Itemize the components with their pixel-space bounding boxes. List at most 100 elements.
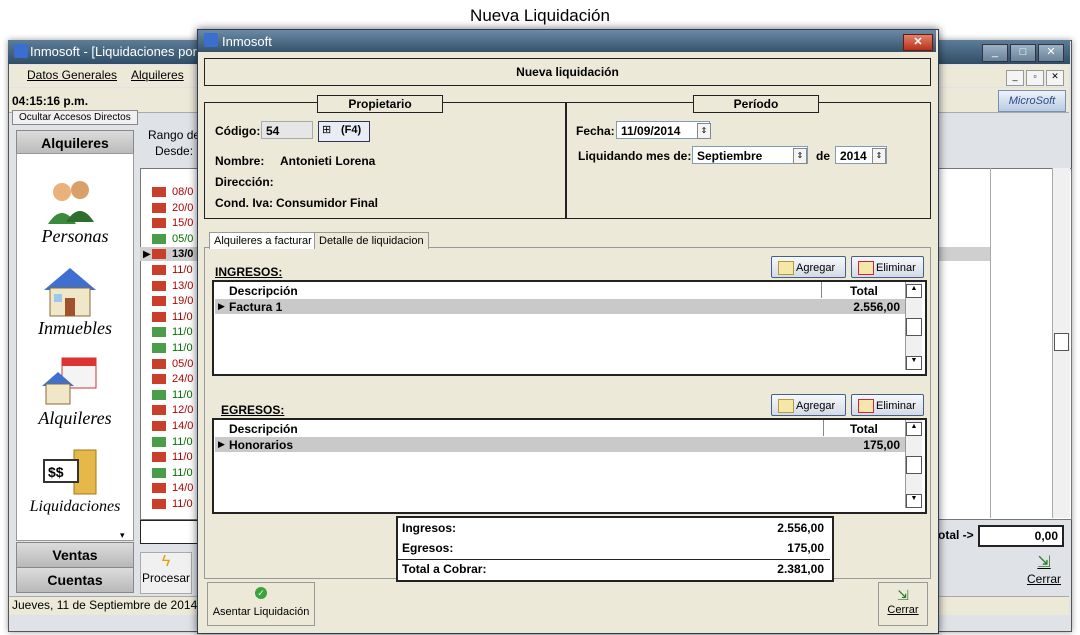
- nombre-label: Nombre:: [215, 154, 265, 168]
- fecha-value: 11/09/2014: [621, 124, 681, 138]
- personas-icon[interactable]: [40, 176, 100, 232]
- egresos-scroll-up-icon[interactable]: ▲: [906, 422, 922, 436]
- grid-row-date[interactable]: 13/0: [172, 248, 193, 260]
- mes-dropdown-icon[interactable]: ⇕: [793, 148, 807, 164]
- fecha-spin-icon[interactable]: ⇕: [697, 123, 711, 139]
- grid-row-date[interactable]: 11/0: [172, 389, 193, 401]
- grid-row-date[interactable]: 11/0: [172, 436, 193, 448]
- egresos-col-divider: [823, 420, 824, 436]
- sidebar-cuentas[interactable]: Cuentas: [16, 567, 134, 593]
- egresos-eliminar-button[interactable]: Eliminar: [851, 394, 924, 416]
- summary-total: Total a Cobrar: 2.381,00: [402, 562, 826, 582]
- summary-divider: [398, 559, 830, 560]
- background-cerrar-button[interactable]: ⇲ Cerrar: [1024, 552, 1064, 592]
- exit-door-icon: ⇲: [1037, 554, 1051, 571]
- grid-row-date[interactable]: 11/0: [172, 264, 193, 276]
- ingresos-col-divider: [821, 282, 822, 298]
- add-document-icon: [778, 261, 794, 275]
- cerrar-button[interactable]: ⇲ Cerrar: [878, 582, 928, 626]
- ingresos-col-descripcion: Descripción: [229, 284, 298, 298]
- de-label: de: [816, 149, 831, 163]
- grid-row-date[interactable]: 11/0: [172, 326, 193, 338]
- grid-row-date[interactable]: 11/0: [172, 498, 193, 510]
- egresos-col-descripcion: Descripción: [229, 422, 298, 436]
- row-flag-icon: [152, 280, 166, 291]
- alquileres-icon[interactable]: [40, 352, 100, 408]
- grid-row-date[interactable]: 08/0: [172, 186, 193, 198]
- ocultar-accesos-button[interactable]: Ocultar Accesos Directos: [12, 110, 138, 125]
- exit-door-icon: ⇲: [897, 587, 909, 603]
- tab-detalle-liquidacion[interactable]: Detalle de liquidacion: [314, 232, 429, 249]
- grid-row-date[interactable]: 12/0: [172, 404, 193, 416]
- f4-label: (F4): [341, 124, 362, 136]
- grid-row-date[interactable]: 14/0: [172, 420, 193, 432]
- status-date: Jueves, 11 de Septiembre de 2014: [12, 598, 198, 612]
- row-pointer-icon: ▶: [143, 249, 151, 260]
- ingresos-agregar-button[interactable]: Agregar: [771, 256, 846, 278]
- row-flag-icon: [152, 343, 166, 353]
- menu-datos-generales[interactable]: Datos Generales: [27, 68, 117, 82]
- grid-footer-box: [140, 520, 198, 544]
- ingresos-scroll-up-icon[interactable]: ▲: [906, 284, 922, 298]
- row-flag-icon: [152, 467, 166, 478]
- ingresos-scroll-thumb[interactable]: [906, 318, 922, 336]
- periodo-title: Período: [693, 95, 819, 113]
- dialog-title: Inmosoft: [222, 34, 272, 49]
- grid-row-date[interactable]: 05/0: [172, 233, 193, 245]
- ingresos-title: INGRESOS:: [215, 265, 283, 279]
- egresos-scroll-thumb[interactable]: [906, 456, 922, 474]
- mdi-close-icon[interactable]: ✕: [1046, 70, 1064, 86]
- dialog-close-icon[interactable]: ✕: [903, 34, 933, 51]
- grid-row-date[interactable]: 13/0: [172, 280, 193, 292]
- clock: 04:15:16 p.m.: [12, 94, 89, 108]
- maximize-icon[interactable]: □: [1010, 44, 1036, 62]
- mdi-minimize-icon[interactable]: _: [1006, 70, 1024, 86]
- close-icon[interactable]: ✕: [1038, 44, 1064, 62]
- procesar-button[interactable]: ϟ Procesar: [140, 552, 192, 594]
- egresos-scroll-down-icon[interactable]: ▼: [906, 494, 922, 508]
- total-value: 0,00: [978, 525, 1064, 547]
- sidebar-item-personas[interactable]: Personas: [20, 226, 130, 247]
- grid-row-date[interactable]: 14/0: [172, 482, 193, 494]
- tab-alquileres-a-facturar[interactable]: Alquileres a facturar: [209, 232, 317, 249]
- menu-alquileres[interactable]: Alquileres: [131, 68, 184, 82]
- sidebar-scroll-down-icon[interactable]: ▾: [120, 530, 125, 541]
- row-flag-icon: [152, 483, 166, 494]
- inmuebles-icon[interactable]: [40, 262, 100, 320]
- sidebar-item-alquileres[interactable]: Alquileres: [20, 408, 130, 429]
- procesar-label: Procesar: [141, 571, 191, 585]
- grid-row-date[interactable]: 15/0: [172, 217, 193, 229]
- grid-row-date[interactable]: 11/0: [172, 467, 193, 479]
- anio-spin-icon[interactable]: ⇕: [872, 148, 886, 164]
- mdi-restore-icon[interactable]: ▫: [1026, 70, 1044, 86]
- grid-row-date[interactable]: 11/0: [172, 342, 193, 354]
- row-flag-icon: [152, 311, 166, 322]
- ingresos-eliminar-button[interactable]: Eliminar: [851, 256, 924, 278]
- mes-select[interactable]: Septiembre: [692, 146, 808, 164]
- fecha-input[interactable]: 11/09/2014: [616, 121, 710, 139]
- grid-row-date[interactable]: 11/0: [172, 451, 193, 463]
- main-window-controls: _ □ ✕: [980, 44, 1064, 62]
- codigo-label: Código:: [215, 124, 261, 138]
- minimize-icon[interactable]: _: [982, 44, 1008, 62]
- grid-scroll-thumb[interactable]: [1054, 333, 1069, 351]
- grid-row-date[interactable]: 05/0: [172, 358, 193, 370]
- ingresos-table: [212, 280, 927, 376]
- grid-divider: [990, 168, 991, 518]
- grid-row-date[interactable]: 19/0: [172, 295, 193, 307]
- ingresos-scroll-down-icon[interactable]: ▼: [906, 356, 922, 370]
- grid-row-date[interactable]: 24/0: [172, 373, 193, 385]
- sidebar-item-liquidaciones[interactable]: Liquidaciones: [20, 498, 130, 516]
- row-flag-icon: [152, 187, 166, 197]
- liquidaciones-icon[interactable]: $$: [40, 446, 100, 502]
- rango-label: Rango de: [148, 128, 201, 142]
- buscar-propietario-button[interactable]: ⊞ (F4): [318, 121, 370, 142]
- summary-egresos: Egresos: 175,00: [402, 541, 826, 561]
- egresos-agregar-button[interactable]: Agregar: [771, 394, 846, 416]
- sidebar-item-inmuebles[interactable]: Inmuebles: [20, 318, 130, 339]
- asentar-liquidacion-button[interactable]: ✓ Asentar Liquidación: [207, 582, 315, 626]
- codigo-input[interactable]: 54: [261, 121, 313, 139]
- grid-row-date[interactable]: 20/0: [172, 202, 193, 214]
- sidebar-ventas[interactable]: Ventas: [16, 542, 134, 568]
- grid-row-date[interactable]: 11/0: [172, 311, 193, 323]
